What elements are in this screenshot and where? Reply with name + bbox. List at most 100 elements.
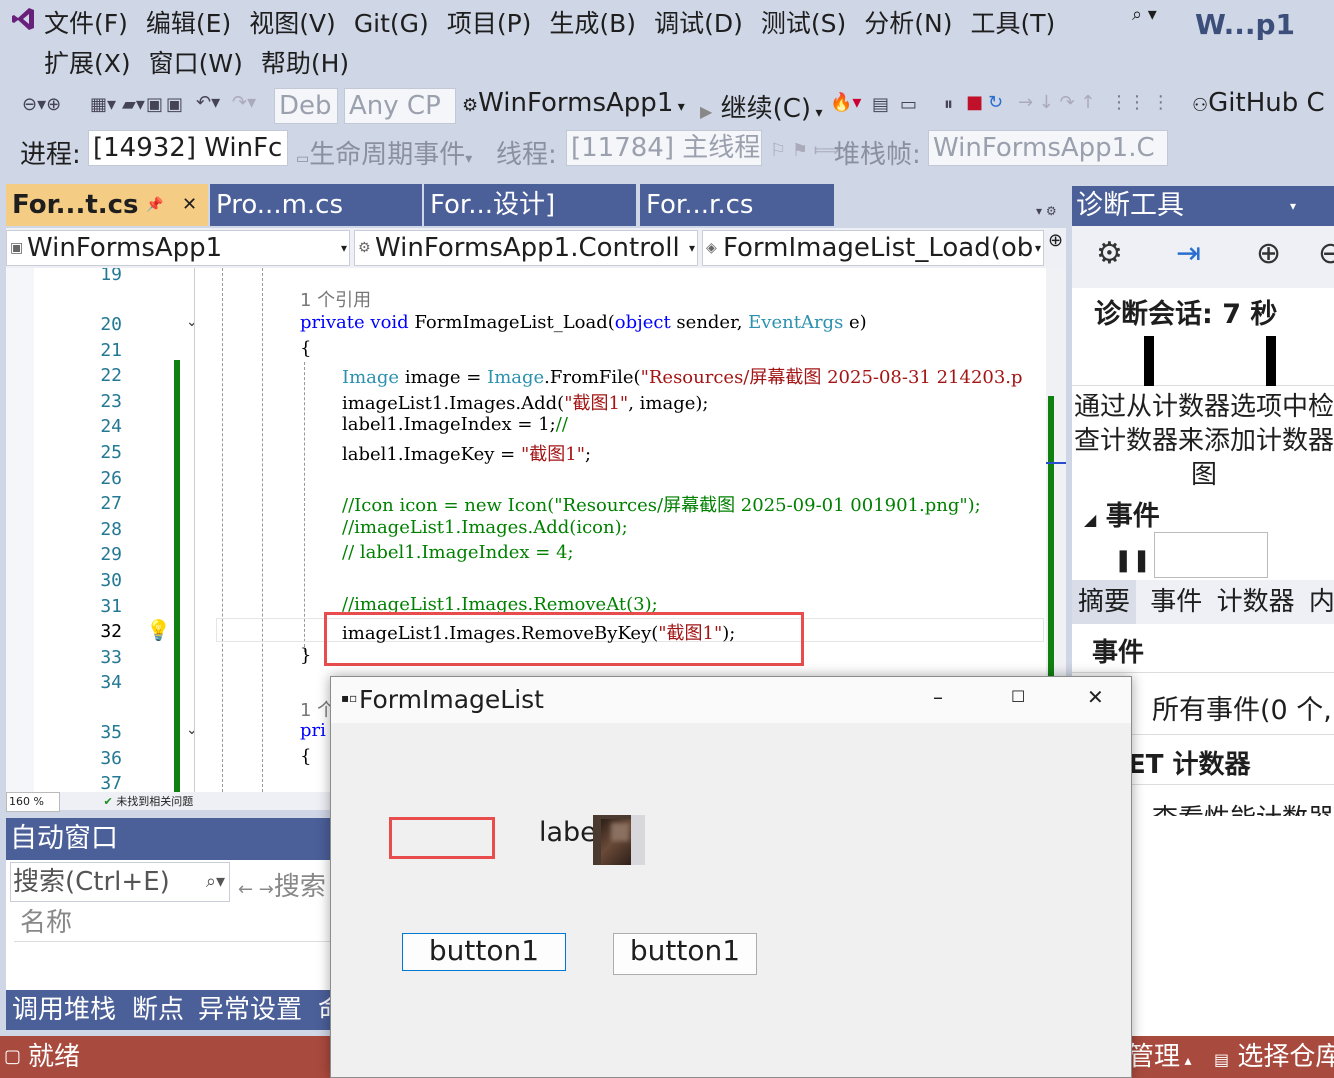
startup-project-dropdown[interactable]: ⚙WinFormsApp1 ▾	[462, 88, 685, 118]
hot-reload-icon[interactable]: 🔥▾	[830, 92, 861, 113]
line-number: 27	[100, 493, 122, 514]
flag-icon[interactable]: ⚐ ⚑ ⟾	[770, 140, 840, 161]
column-header-name[interactable]: 名称	[14, 904, 332, 942]
autos-search-input[interactable]: 搜索(Ctrl+E) ⌕▾	[10, 862, 230, 902]
collapse-toggle[interactable]: ⌄	[186, 314, 198, 330]
menu-help[interactable]: 帮助(H)	[261, 49, 349, 78]
zoom-dropdown[interactable]: 160 %	[6, 792, 60, 812]
process-dropdown[interactable]: [14932] WinFc	[88, 130, 288, 166]
menu-window[interactable]: 窗口(W)	[149, 49, 243, 78]
diagnostic-toolbar: ⚙ ⇥ ⊕ ⊖	[1072, 226, 1334, 288]
tab-form-designer[interactable]: For...设计]	[424, 184, 636, 226]
close-icon[interactable]: ✕	[1087, 685, 1104, 709]
pin-icon[interactable]: 📌	[146, 184, 163, 226]
menu-project[interactable]: 项目(P)	[447, 9, 532, 38]
menu-analyze[interactable]: 分析(N)	[864, 9, 952, 38]
code-line-27: //Icon icon = new Icon("Resources/屏幕截图 2…	[342, 495, 981, 516]
tab-exception-settings[interactable]: 异常设置	[198, 990, 302, 1030]
subtab-events[interactable]: 事件	[1150, 587, 1202, 617]
tab-call-stack[interactable]: 调用堆栈	[12, 990, 116, 1030]
reference-count[interactable]: 1 个引用	[300, 286, 371, 312]
timeline-ruler[interactable]	[1072, 336, 1334, 386]
menu-git[interactable]: Git(G)	[354, 9, 429, 38]
tab-breakpoints[interactable]: 断点	[132, 990, 184, 1030]
search-depth-control[interactable]: ← →搜索	[238, 866, 326, 903]
platform-dropdown[interactable]: Any CP	[344, 88, 456, 124]
member-dropdown[interactable]: ◈ FormImageList_Load(ob ▾	[702, 230, 1044, 266]
menu-debug[interactable]: 调试(D)	[654, 9, 743, 38]
redo-icon[interactable]: ↷▾	[232, 92, 256, 113]
stack-frame-label: 堆栈帧:	[834, 140, 921, 170]
line-number: 19	[100, 268, 122, 285]
lifecycle-events-dropdown[interactable]: ▭生命周期事件▾	[296, 134, 472, 171]
events-section-toggle[interactable]: ◢ 事件	[1084, 494, 1160, 533]
new-project-icon[interactable]: ▦▾	[90, 94, 116, 115]
menu-tools[interactable]: 工具(T)	[970, 9, 1055, 38]
subtab-summary[interactable]: 摘要	[1072, 580, 1137, 624]
form-image-list-window[interactable]: ▪▫ FormImageList – ☐ ✕ label2 button1 bu…	[330, 676, 1132, 1078]
select-repo-button[interactable]: ▤ 选择仓库	[1214, 1036, 1334, 1078]
export-icon[interactable]: ⇥	[1176, 236, 1201, 271]
label-image-thumbnail	[593, 815, 645, 865]
thread-dropdown[interactable]: [11784] 主线程	[566, 130, 762, 166]
stack-frame-dropdown[interactable]: WinFormsApp1.C	[928, 130, 1168, 166]
class-dropdown[interactable]: ⚙ WinFormsApp1.Controll ▾	[354, 230, 698, 266]
tab-program-cs[interactable]: Pro...m.cs	[210, 184, 422, 226]
split-icon[interactable]: ⊕	[1048, 230, 1063, 251]
menu-view[interactable]: 视图(V)	[249, 9, 336, 38]
collapse-toggle[interactable]: ⌄	[186, 722, 198, 738]
layout-icons[interactable]: ⋮⋮ ⋮	[1110, 92, 1170, 113]
minimize-icon[interactable]: –	[933, 685, 943, 709]
class-icon: ⚙	[358, 240, 371, 256]
zoom-in-icon[interactable]: ⊕	[1256, 236, 1281, 271]
play-icon: ▶	[700, 102, 713, 121]
save-all-icon[interactable]: ▣	[166, 94, 183, 115]
tab-form-resx[interactable]: For...r.cs	[640, 184, 834, 226]
all-events-link[interactable]: 所有事件(0 个,	[1152, 688, 1332, 727]
tab-form-cs[interactable]: For...t.cs 📌 ✕	[6, 184, 208, 226]
menu-extensions[interactable]: 扩展(X)	[44, 49, 131, 78]
zoom-out-icon[interactable]: ⊖	[1318, 236, 1334, 271]
navigation-bar: ▣ WinFormsApp1 ▾ ⚙ WinFormsApp1.Controll ▾ ◈…	[6, 228, 1066, 268]
line-number: 20	[100, 314, 122, 335]
menu-file[interactable]: 文件(F)	[44, 9, 128, 38]
save-icon[interactable]: ▣	[146, 94, 163, 115]
subtab-counters[interactable]: 计数器	[1217, 587, 1295, 617]
issues-status[interactable]: 未找到相关问题	[116, 795, 193, 808]
menu-test[interactable]: 测试(S)	[761, 9, 846, 38]
button1-focused[interactable]: button1	[402, 933, 566, 971]
manage-status[interactable]: 管理 ▴	[1128, 1036, 1192, 1078]
perf-counters-link[interactable]: 查看性能计数器	[1152, 798, 1334, 816]
form-title-bar[interactable]: ▪▫ FormImageList – ☐ ✕	[331, 677, 1131, 723]
arrow-left-icon: ← →	[238, 879, 274, 900]
undo-icon[interactable]: ↶▾	[196, 92, 220, 113]
chevron-down-icon: ▾	[340, 241, 347, 255]
restart-icon[interactable]: ↻	[988, 92, 1003, 113]
diagnostic-session-time: 诊断会话: 7 秒	[1094, 299, 1278, 330]
lifecycle-icon: ▭	[296, 151, 310, 167]
step-icons[interactable]: → ↓ ↷ ↑	[1018, 92, 1096, 113]
back-icon[interactable]: ⊖▾⊕	[22, 94, 61, 115]
project-dropdown[interactable]: ▣ WinFormsApp1 ▾	[6, 230, 350, 266]
pause-icon[interactable]: ❚❚	[1114, 548, 1151, 573]
open-file-icon[interactable]: ▰▾	[122, 94, 145, 115]
browser-link-icon[interactable]: ▤	[872, 94, 889, 115]
stop-icon[interactable]: ■	[966, 92, 983, 113]
subtab-memory[interactable]: 内	[1309, 587, 1334, 617]
indent-guide	[262, 268, 263, 792]
close-icon[interactable]: ✕	[182, 184, 197, 226]
button1-second[interactable]: button1	[613, 933, 757, 975]
pause-icon[interactable]: ⏸	[944, 94, 953, 115]
diagnostic-icon[interactable]: ▭	[900, 94, 917, 115]
github-copilot-button[interactable]: ⚇GitHub C	[1192, 88, 1325, 118]
settings-gear-icon[interactable]: ⚙	[1096, 236, 1123, 271]
lightbulb-icon[interactable]: 💡	[146, 618, 171, 642]
menu-edit[interactable]: 编辑(E)	[146, 9, 231, 38]
search-icon[interactable]: ⌕ ▾	[1132, 4, 1157, 25]
configuration-dropdown[interactable]: Deb	[274, 88, 338, 124]
continue-button[interactable]: ▶ 继续(C) ▾	[700, 88, 823, 125]
tab-overflow-icon[interactable]: ▾ ⚙	[1036, 204, 1057, 218]
menu-build[interactable]: 生成(B)	[549, 9, 636, 38]
maximize-icon[interactable]: ☐	[1011, 687, 1025, 706]
chevron-down-icon[interactable]: ▾	[1290, 186, 1296, 226]
